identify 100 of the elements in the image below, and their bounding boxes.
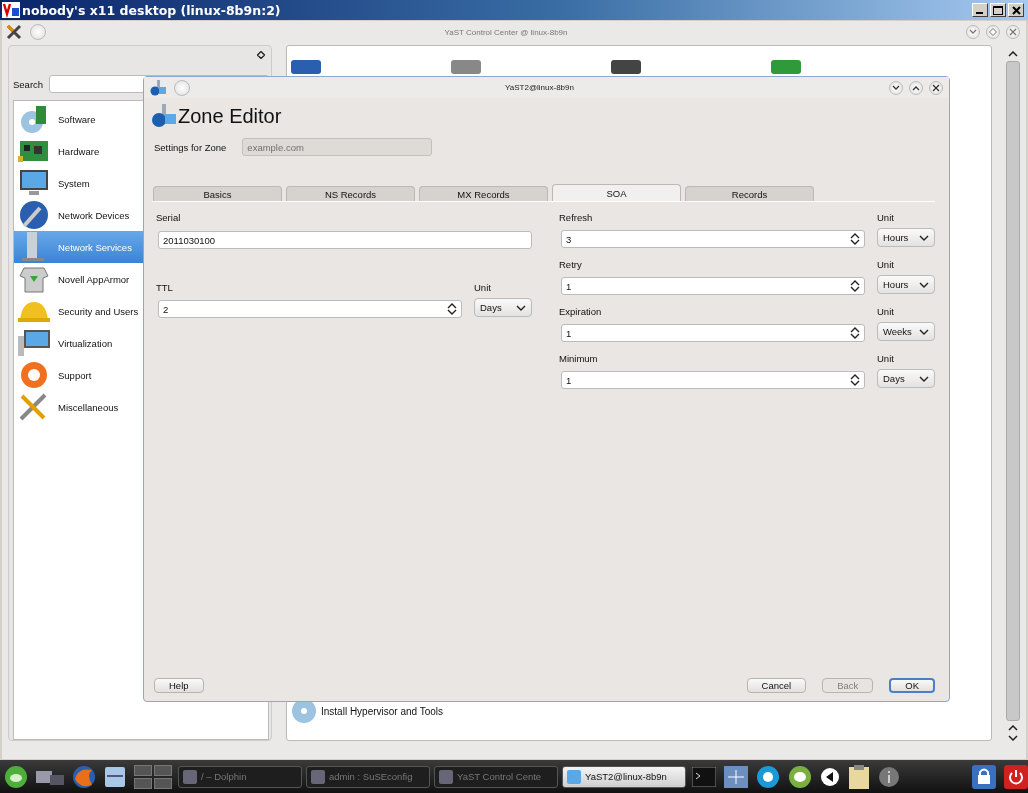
module-link[interactable]: Install Hypervisor and Tools (321, 705, 444, 717)
caret-icon (516, 304, 526, 311)
close-icon (1009, 28, 1017, 36)
up-down-icon (850, 280, 860, 292)
window-icon (311, 769, 325, 784)
taskbar-icon[interactable] (102, 764, 128, 789)
monitor-icon (18, 168, 50, 198)
unit-dropdown[interactable]: Days (474, 298, 532, 317)
scroll-down-icon (1008, 735, 1018, 741)
unit-dropdown[interactable]: Hours (877, 275, 935, 294)
module-icon (291, 60, 321, 74)
taskbar-task[interactable]: YaST2@linux-8b9n (562, 765, 686, 788)
serial-field[interactable]: 2011030100 (158, 231, 532, 249)
up-down-icon (447, 303, 457, 315)
tab[interactable]: Records (685, 186, 814, 201)
field-label: Refresh (559, 212, 594, 223)
window-title: YaST Control Center @ linux-8b9n (443, 27, 569, 37)
unit-dropdown[interactable]: Days (877, 369, 935, 388)
clipboard-icon (848, 764, 870, 789)
number-field[interactable]: 2 (158, 300, 462, 318)
dialog-button[interactable]: Help (154, 678, 204, 693)
terminal-icon (692, 766, 716, 787)
number-field[interactable]: 1 (561, 371, 865, 389)
field-label: Unit (877, 212, 895, 223)
taskbar-icon[interactable] (876, 765, 902, 788)
tab[interactable]: MX Records (419, 186, 548, 201)
taskbar-task[interactable]: YaST Control Cente (434, 765, 558, 788)
browser-icon (72, 764, 96, 789)
tab[interactable]: SOA (552, 184, 681, 201)
field-label: Expiration (559, 306, 603, 317)
power-icon (1004, 764, 1028, 789)
dialog-button[interactable]: Cancel (746, 678, 807, 693)
diamond-icon (989, 28, 997, 36)
caret-icon (919, 328, 929, 335)
unit-dropdown[interactable]: Hours (877, 228, 935, 247)
power-button[interactable] (1002, 764, 1028, 789)
up-down-icon (850, 233, 860, 245)
window-title: YaST2@linux-8b9n (504, 83, 575, 92)
window-icon (439, 769, 453, 784)
chevron-down-icon (892, 84, 900, 91)
unit-dropdown[interactable]: Weeks (877, 322, 935, 341)
tab[interactable]: Basics (153, 186, 282, 201)
taskbar-task[interactable]: / – Dolphin (178, 765, 302, 788)
taskbar-icon[interactable] (846, 764, 872, 789)
maximize-button[interactable] (909, 80, 923, 95)
scroll-up-icon (1008, 51, 1018, 57)
taskbar-icon[interactable] (818, 766, 842, 787)
diamond-icon (257, 51, 265, 59)
globe-icon (18, 200, 50, 230)
desktop-pager[interactable] (132, 764, 174, 789)
field-label: Unit (877, 353, 895, 364)
network-icon (152, 104, 176, 128)
number-field[interactable]: 3 (561, 230, 865, 248)
caret-icon (919, 281, 929, 288)
taskbar-icon[interactable] (722, 765, 750, 788)
category-item[interactable]: Miscellaneous (14, 391, 268, 423)
lifebuoy-icon (18, 360, 50, 390)
chevron-up-icon (912, 84, 920, 91)
logo-icon (2, 2, 20, 18)
chevron-down-icon (969, 29, 977, 35)
search-label: Search (13, 78, 44, 90)
category-item[interactable]: Virtualization (14, 327, 268, 359)
start-button[interactable] (2, 764, 30, 789)
minimize-button[interactable] (889, 80, 903, 95)
tab[interactable]: NS Records (286, 186, 415, 201)
lock-button[interactable] (970, 764, 998, 789)
window-icon (183, 769, 197, 784)
window-title: nobody's x11 desktop (linux-8b9n:2) (22, 2, 281, 18)
network-icon (724, 765, 748, 788)
scroll-up-icon (1008, 725, 1018, 731)
network-icon (150, 79, 166, 96)
caret-icon (919, 234, 929, 241)
field-label: Unit (877, 259, 895, 270)
taskbar-task[interactable]: admin : SuSEconfig (306, 765, 430, 788)
field-label: Unit (877, 306, 895, 317)
info-icon (878, 765, 900, 788)
number-field[interactable]: 1 (561, 277, 865, 295)
gecko-icon (4, 764, 28, 789)
number-field[interactable]: 1 (561, 324, 865, 342)
field-label: TTL (156, 282, 174, 293)
lock-icon (972, 764, 996, 789)
module-icon (611, 60, 641, 74)
taskbar-icon[interactable] (70, 764, 98, 789)
window-icon (567, 769, 581, 784)
field-label: Unit (474, 282, 492, 293)
shirt-icon (18, 264, 50, 294)
computer-icon (18, 328, 50, 358)
category-item[interactable]: Support (14, 359, 268, 391)
close-button[interactable] (929, 80, 943, 95)
module-icon (771, 60, 801, 74)
field-label: Minimum (559, 353, 599, 364)
folder-icon (104, 764, 126, 789)
caret-icon (919, 375, 929, 382)
maximize-icon (993, 5, 1003, 15)
dialog-heading: Zone Editor (178, 104, 282, 128)
module-icon (451, 60, 481, 74)
field-label: Retry (559, 259, 583, 270)
dialog-button[interactable]: OK (889, 678, 935, 693)
close-icon (1011, 5, 1021, 15)
up-down-icon (850, 327, 860, 339)
